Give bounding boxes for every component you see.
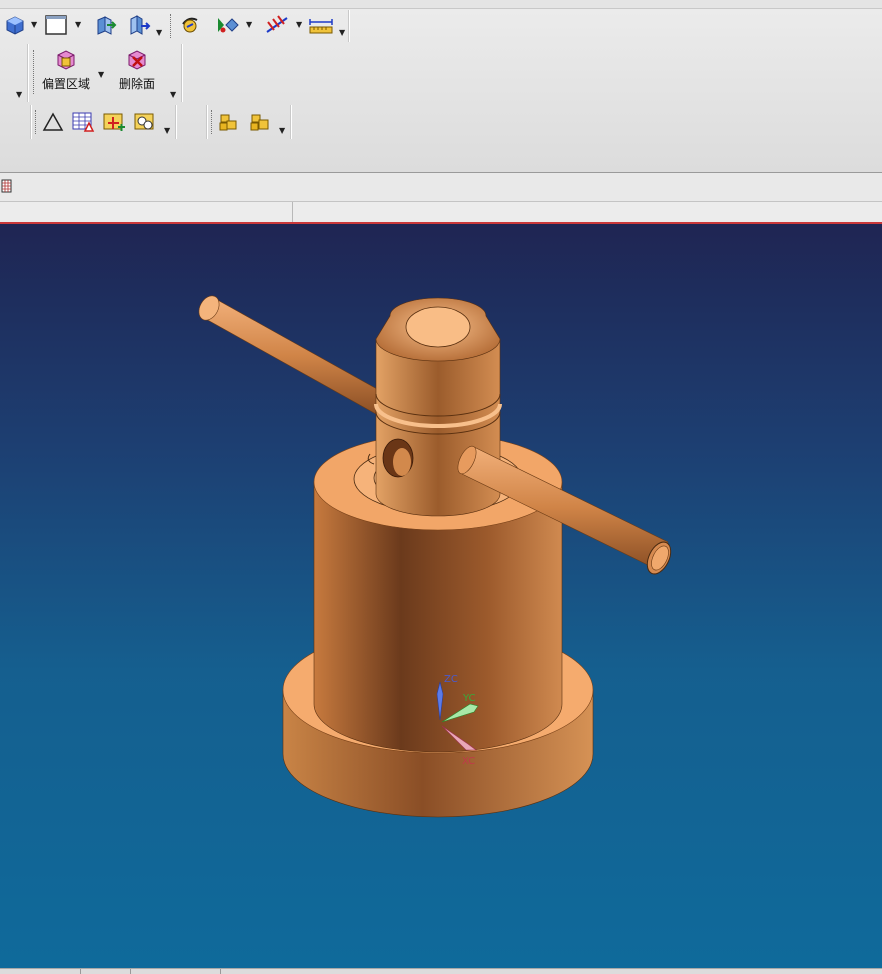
tab-divider <box>292 202 293 222</box>
model-view[interactable]: ZC YC XC <box>0 224 882 968</box>
status-divider <box>220 969 221 974</box>
chevron-down-icon[interactable]: ▼ <box>170 90 176 99</box>
display-style-button[interactable] <box>43 12 69 38</box>
orient-view-button[interactable] <box>92 12 118 38</box>
move-point-button[interactable] <box>101 109 127 135</box>
chevron-down-icon[interactable]: ▼ <box>246 20 252 29</box>
ribbon-toolbar: ▼ ▼ ▼ ▼ ▼ ▼ ▼ 偏置区域 ▼ 删除面 ▼ ▼ ▼ <box>0 0 882 173</box>
assembly-constraints-button[interactable] <box>247 109 273 135</box>
chevron-down-icon[interactable]: ▼ <box>279 126 285 135</box>
delete-face-label: 删除面 <box>118 77 155 91</box>
chevron-down-icon[interactable]: ▼ <box>339 28 345 37</box>
assembly-components-button[interactable] <box>216 109 242 135</box>
chevron-down-icon[interactable]: ▼ <box>98 70 104 79</box>
snap-view-icon <box>218 18 239 33</box>
csys-y-label: YC <box>462 693 476 704</box>
document-tab[interactable] <box>0 202 292 222</box>
chevron-down-icon[interactable]: ▼ <box>31 20 37 29</box>
render-style-icon <box>182 17 198 33</box>
navigator-bar <box>0 173 882 202</box>
ruler-button[interactable] <box>306 12 336 38</box>
toolbar-divider <box>181 44 183 102</box>
orient-view-icon <box>97 16 117 35</box>
chevron-down-icon[interactable]: ▼ <box>156 28 162 37</box>
measure-distance-button[interactable] <box>264 12 290 38</box>
triangle-button[interactable] <box>40 109 66 135</box>
toolbar-divider <box>290 105 292 139</box>
toolbar-grip[interactable] <box>170 14 174 38</box>
toolbar-divider <box>30 105 32 139</box>
delete-face-button[interactable]: 删除面 <box>107 48 167 102</box>
graphics-viewport[interactable]: ZC YC XC <box>0 224 882 968</box>
section-view-icon <box>130 15 151 35</box>
display-style-icon <box>45 15 67 35</box>
toolbar-divider <box>175 105 177 139</box>
measure-distance-icon <box>266 15 288 33</box>
csys-x-label: XC <box>462 756 475 767</box>
chevron-down-icon[interactable]: ▼ <box>16 90 22 99</box>
shaded-cube-icon <box>6 16 24 35</box>
toolbar-grip[interactable] <box>35 110 39 134</box>
offset-region-label: 偏置区域 <box>41 77 90 91</box>
move-point-icon <box>103 113 125 131</box>
assembly-constraints-icon <box>250 114 269 131</box>
table-button[interactable] <box>70 109 96 135</box>
chevron-down-icon[interactable]: ▼ <box>75 20 81 29</box>
triangle-icon <box>42 112 64 131</box>
csys-z-label: ZC <box>444 674 458 685</box>
toolbar-grip[interactable] <box>211 110 215 134</box>
render-style-button[interactable] <box>178 12 204 38</box>
assembly-components-icon <box>219 114 237 131</box>
handle-rod-back <box>198 295 387 415</box>
status-divider <box>80 969 81 974</box>
ruler-icon <box>309 19 333 34</box>
snap-view-button[interactable] <box>214 12 240 38</box>
offset-region-icon <box>57 50 75 70</box>
toolbar-divider <box>206 105 208 139</box>
section-view-button[interactable] <box>126 12 152 38</box>
status-bar <box>0 968 882 974</box>
scene-objects-button[interactable] <box>132 109 158 135</box>
toolbar-divider <box>27 44 29 102</box>
document-tab-bar <box>0 202 882 224</box>
shaded-cube-button[interactable] <box>2 12 28 38</box>
offset-region-button[interactable]: 偏置区域 <box>36 48 96 102</box>
delete-face-icon <box>128 50 146 70</box>
part-navigator-icon <box>1 179 12 193</box>
status-divider <box>130 969 131 974</box>
scene-objects-icon <box>134 113 154 130</box>
table-icon <box>72 112 95 132</box>
toolbar-divider <box>348 10 350 42</box>
chevron-down-icon[interactable]: ▼ <box>164 126 170 135</box>
menu-strip <box>0 0 882 9</box>
part-navigator-button[interactable] <box>1 179 13 196</box>
chevron-down-icon[interactable]: ▼ <box>296 20 302 29</box>
